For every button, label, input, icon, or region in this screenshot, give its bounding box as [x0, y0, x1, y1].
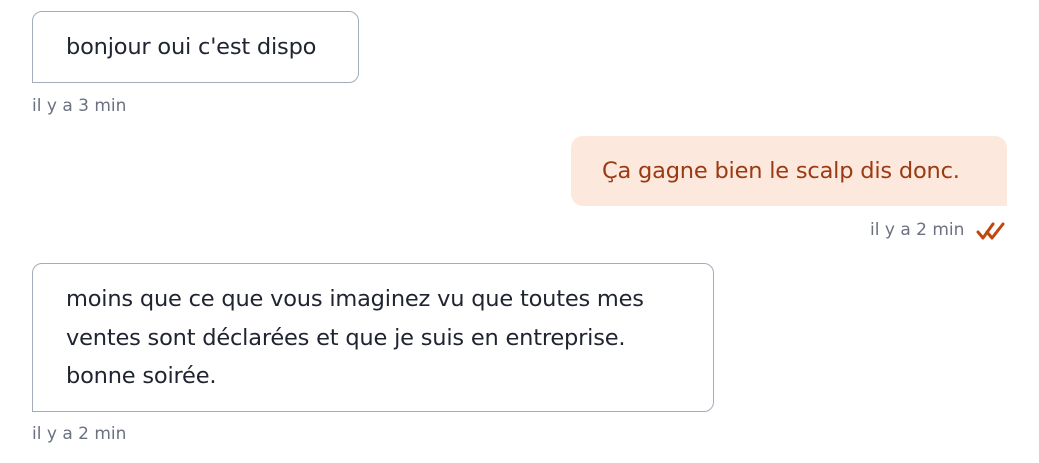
message-timestamp: il y a 3 min	[32, 96, 127, 116]
message-bubble-incoming[interactable]: moins que ce que vous imaginez vu que to…	[32, 263, 714, 412]
message-bubble-outgoing[interactable]: Ça gagne bien le scalp dis donc.	[571, 136, 1007, 206]
message-text: moins que ce que vous imaginez vu que to…	[66, 286, 644, 389]
message-timestamp: il y a 2 min	[870, 220, 965, 240]
message-text: bonjour oui c'est dispo	[66, 34, 317, 60]
double-check-icon	[976, 222, 1005, 240]
message-timestamp: il y a 2 min	[32, 424, 127, 444]
message-bubble-incoming[interactable]: bonjour oui c'est dispo	[32, 11, 359, 83]
message-text: Ça gagne bien le scalp dis donc.	[602, 158, 960, 184]
